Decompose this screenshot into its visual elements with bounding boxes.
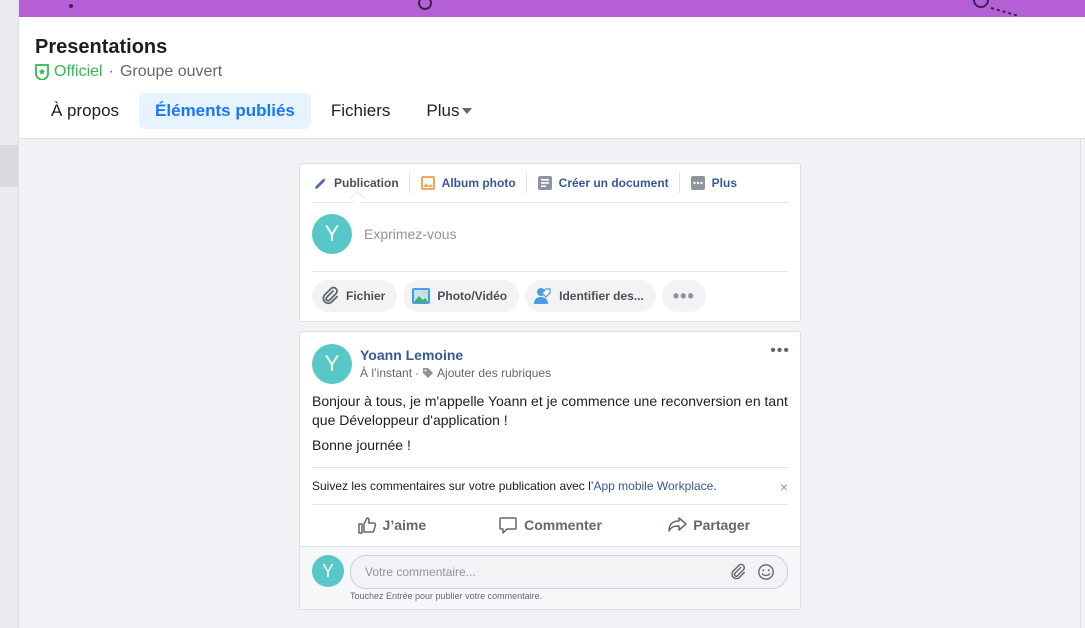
sidebar-handle[interactable] xyxy=(0,145,18,187)
comment-hint: Touchez Entrée pour publier votre commen… xyxy=(350,591,543,601)
post-author[interactable]: Yoann Lemoine xyxy=(360,347,463,363)
avatar[interactable]: Y xyxy=(312,344,352,384)
post-composer: Publication Album photo Créer un documen… xyxy=(299,163,801,322)
tab-published-items[interactable]: Éléments publiés xyxy=(139,93,311,129)
group-cover-photo xyxy=(19,0,1085,17)
paperclip-icon[interactable] xyxy=(729,563,747,581)
document-icon xyxy=(537,176,552,190)
composer-tab-publication[interactable]: Publication xyxy=(312,173,410,193)
tab-files[interactable]: Fichiers xyxy=(315,93,407,129)
photo-video-button[interactable]: Photo/Vidéo xyxy=(403,280,520,312)
tab-more-label: Plus xyxy=(426,101,460,120)
post-body: Bonjour à tous, je m'appelle Yoann et je… xyxy=(312,392,790,461)
composer-tab-label: Plus xyxy=(711,176,738,190)
caret-down-icon xyxy=(462,108,473,114)
tab-about[interactable]: À propos xyxy=(35,93,135,129)
like-button[interactable]: J’aime xyxy=(312,506,471,544)
composer-tab-create-document[interactable]: Créer un document xyxy=(527,173,680,193)
comment-section: Y Touchez Entrée pour publier votre comm… xyxy=(300,546,800,609)
official-badge: Officiel xyxy=(35,63,103,81)
composer-tab-label: Album photo xyxy=(441,176,516,190)
subline-separator: · xyxy=(415,366,420,380)
left-sidebar-edge xyxy=(0,0,19,628)
like-icon xyxy=(357,517,376,534)
workplace-app-link[interactable]: App mobile Workplace xyxy=(593,479,713,493)
composer-attachments: Fichier Photo/Vidéo Identifier des... ••… xyxy=(312,280,706,312)
attach-file-button[interactable]: Fichier xyxy=(312,280,398,312)
action-label: J’aime xyxy=(382,517,427,533)
pill-label: Identifier des... xyxy=(559,289,644,303)
shield-icon xyxy=(35,64,49,80)
avatar: Y xyxy=(312,555,344,587)
photo-album-icon xyxy=(420,176,435,190)
comment-icon xyxy=(499,517,517,534)
post-paragraph: Bonne journée ! xyxy=(312,437,411,453)
divider xyxy=(312,271,788,272)
tag-icon xyxy=(423,368,434,378)
action-label: Partager xyxy=(693,517,751,533)
photo-icon xyxy=(412,288,431,304)
composer-tab-label: Publication xyxy=(334,176,399,190)
paperclip-icon xyxy=(322,286,338,305)
post-timestamp[interactable]: À l’instant xyxy=(360,366,412,380)
share-icon xyxy=(668,517,688,532)
meta-separator: · xyxy=(108,63,114,80)
notice-text: Suivez les commentaires sur votre public… xyxy=(312,479,594,493)
post-menu-button[interactable]: ••• xyxy=(770,342,790,360)
official-label: Officiel xyxy=(54,63,103,80)
emoji-icon[interactable] xyxy=(757,563,775,581)
post-actions: J’aime Commenter Partager xyxy=(312,506,788,544)
group-meta: Officiel · Groupe ouvert xyxy=(35,63,222,81)
feed-post: Y Yoann Lemoine À l’instant · Ajouter de… xyxy=(299,331,801,610)
group-type: Groupe ouvert xyxy=(119,63,223,80)
more-options-button[interactable]: ••• xyxy=(661,280,706,312)
comment-input[interactable] xyxy=(363,556,717,588)
comment-box xyxy=(350,555,788,589)
tab-more[interactable]: Plus xyxy=(410,93,488,129)
group-title: Presentations xyxy=(35,36,168,58)
tag-people-button[interactable]: Identifier des... xyxy=(525,280,656,312)
group-tabs: À propos Éléments publiés Fichiers Plus xyxy=(35,93,492,129)
cover-decoration xyxy=(69,0,1020,17)
group-header: Presentations Officiel · Groupe ouvert À… xyxy=(19,17,1085,139)
composer-tab-label: Créer un document xyxy=(558,176,669,190)
tag-people-icon xyxy=(534,288,551,304)
composer-tabs: Publication Album photo Créer un documen… xyxy=(312,164,788,203)
mobile-app-notice: Suivez les commentaires sur votre public… xyxy=(312,467,788,505)
composer-tab-more[interactable]: Plus xyxy=(680,173,747,193)
pencil-icon xyxy=(315,178,326,189)
share-button[interactable]: Partager xyxy=(629,506,788,544)
composer-input[interactable]: Exprimez-vous xyxy=(364,226,457,242)
composer-tab-photo-album[interactable]: Album photo xyxy=(410,173,527,193)
add-topics-link[interactable]: Ajouter des rubriques xyxy=(437,366,551,380)
more-icon xyxy=(690,176,705,190)
right-column-divider xyxy=(1080,138,1081,628)
post-subline: À l’instant · Ajouter des rubriques xyxy=(360,366,551,380)
action-label: Commenter xyxy=(524,517,602,533)
avatar: Y xyxy=(312,214,352,254)
comment-button[interactable]: Commenter xyxy=(471,506,630,544)
pill-label: Photo/Vidéo xyxy=(437,289,508,303)
post-paragraph: Bonjour à tous, je m'appelle Yoann et je… xyxy=(312,393,788,428)
notice-suffix: . xyxy=(713,479,717,493)
close-icon[interactable]: × xyxy=(780,479,788,495)
pill-label: Fichier xyxy=(346,289,386,303)
